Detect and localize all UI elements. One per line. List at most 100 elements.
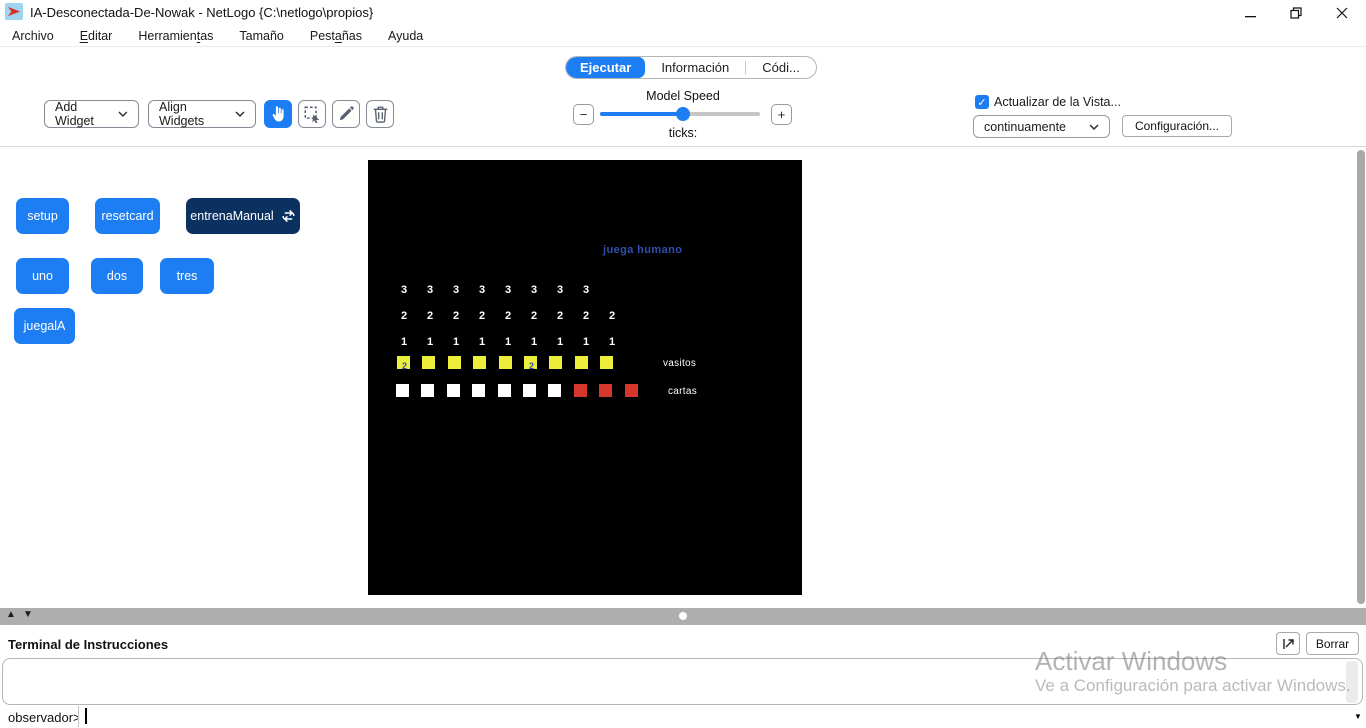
square-mark: 2 [524, 361, 539, 371]
view-number: 3 [553, 284, 567, 296]
activation-watermark-title: Activar Windows [1035, 646, 1227, 677]
button-uno[interactable]: uno [16, 258, 69, 294]
terminal-splitter[interactable]: ▲ ▼ [0, 608, 1366, 625]
button-label: dos [107, 269, 127, 283]
button-label: resetcard [101, 209, 153, 223]
button-juegala[interactable]: juegalA [14, 308, 75, 344]
menu-item-tamano[interactable]: Tamaño [239, 29, 283, 43]
button-setup[interactable]: setup [16, 198, 69, 234]
restore-button[interactable] [1276, 0, 1316, 26]
view-number: 2 [423, 310, 437, 322]
view-number: 1 [397, 336, 411, 348]
view-number: 2 [527, 310, 541, 322]
view-number: 2 [605, 310, 619, 322]
tab-informacion[interactable]: Información [645, 57, 745, 78]
view-settings-button[interactable]: Configuración... [1122, 115, 1232, 137]
vasitos-square: 2 [397, 356, 410, 369]
button-tres[interactable]: tres [160, 258, 214, 294]
activation-watermark-subtitle: Ve a Configuración para activar Windows. [1035, 676, 1351, 696]
update-mode-select[interactable]: continuamente [973, 115, 1110, 138]
chevron-down-icon [118, 111, 128, 117]
button-dos[interactable]: dos [91, 258, 143, 294]
add-widget-label: Add Widget [55, 100, 118, 128]
button-label: setup [27, 209, 58, 223]
menu-divider [0, 46, 1366, 47]
ticks-label: ticks: [603, 126, 763, 140]
clear-terminal-button[interactable]: Borrar [1306, 632, 1359, 655]
view-number: 1 [527, 336, 541, 348]
splitter-handle[interactable] [679, 612, 687, 620]
chevron-down-icon [235, 111, 245, 117]
check-icon: ✓ [977, 96, 986, 109]
view-number: 3 [475, 284, 489, 296]
slider-thumb[interactable] [676, 107, 690, 121]
align-widgets-dropdown[interactable]: Align Widgets [148, 100, 256, 128]
view-caption: juega humano [603, 244, 682, 256]
command-input[interactable] [78, 706, 1350, 727]
align-widgets-label: Align Widgets [159, 100, 235, 128]
button-label: tres [177, 269, 198, 283]
view-number: 2 [449, 310, 463, 322]
minimize-icon [1245, 7, 1256, 19]
menu-item-pestanas[interactable]: Pestañas [310, 29, 362, 43]
view-number: 3 [449, 284, 463, 296]
pencil-icon [337, 105, 355, 123]
marquee-select-icon [303, 105, 321, 123]
button-entrenamanual[interactable]: entrenaManual [186, 198, 300, 234]
collapse-down-icon[interactable]: ▼ [23, 609, 33, 620]
view-number: 1 [605, 336, 619, 348]
export-output-button[interactable] [1276, 632, 1300, 655]
delete-button[interactable] [366, 100, 394, 128]
export-icon [1281, 637, 1295, 651]
add-widget-dropdown[interactable]: Add Widget [44, 100, 139, 128]
close-icon [1336, 7, 1348, 19]
view-number: 3 [501, 284, 515, 296]
menu-item-archivo[interactable]: Archivo [12, 29, 54, 43]
hand-tool-button[interactable] [264, 100, 292, 128]
vasitos-square [499, 356, 512, 369]
view-number: 2 [397, 310, 411, 322]
cartas-square [421, 384, 434, 397]
speed-decrease-button[interactable]: − [573, 104, 594, 125]
marquee-select-button[interactable] [298, 100, 326, 128]
view-number: 3 [397, 284, 411, 296]
view-updates-label: Actualizar de la Vista... [994, 95, 1121, 109]
menu-item-editar[interactable]: Editar [80, 29, 113, 43]
view-number: 1 [553, 336, 567, 348]
text-caret [85, 708, 87, 724]
vasitos-square: 2 [524, 356, 537, 369]
view-updates-checkbox[interactable]: ✓ [975, 95, 989, 109]
cartas-label: cartas [668, 386, 697, 397]
cartas-square [447, 384, 460, 397]
world-view-canvas[interactable]: juega humano3333333322222222211111111122… [368, 160, 802, 595]
terminal-title: Terminal de Instrucciones [8, 637, 168, 652]
speed-increase-button[interactable]: + [771, 104, 792, 125]
cartas-square [498, 384, 511, 397]
cartas-square [396, 384, 409, 397]
window-title: IA-Desconectada-De-Nowak - NetLogo {C:\n… [30, 5, 373, 20]
view-number: 1 [501, 336, 515, 348]
model-speed-label: Model Speed [603, 89, 763, 103]
view-number: 2 [475, 310, 489, 322]
menu-item-herramientas[interactable]: Herramientas [138, 29, 213, 43]
vertical-scrollbar-thumb[interactable] [1357, 150, 1365, 604]
history-dropdown-button[interactable]: ▼ [1350, 706, 1366, 727]
vasitos-square [549, 356, 562, 369]
menu-bar: Archivo Editar Herramientas Tamaño Pestañas A… [12, 26, 423, 46]
edit-button[interactable] [332, 100, 360, 128]
chevron-down-icon [1089, 124, 1099, 130]
collapse-up-icon[interactable]: ▲ [6, 609, 16, 620]
model-speed-slider[interactable] [600, 112, 760, 116]
tab-codi[interactable]: Códi... [746, 57, 816, 78]
tab-ejecutar[interactable]: Ejecutar [566, 57, 645, 78]
menu-item-ayuda[interactable]: Ayuda [388, 29, 423, 43]
button-resetcard[interactable]: resetcard [95, 198, 160, 234]
minimize-button[interactable] [1230, 0, 1270, 26]
hand-pointer-icon [270, 105, 287, 123]
view-number: 1 [579, 336, 593, 348]
close-button[interactable] [1322, 0, 1362, 26]
chevron-down-icon: ▼ [1354, 712, 1362, 721]
toolbar-divider [0, 146, 1366, 147]
vasitos-square [448, 356, 461, 369]
cartas-square [548, 384, 561, 397]
